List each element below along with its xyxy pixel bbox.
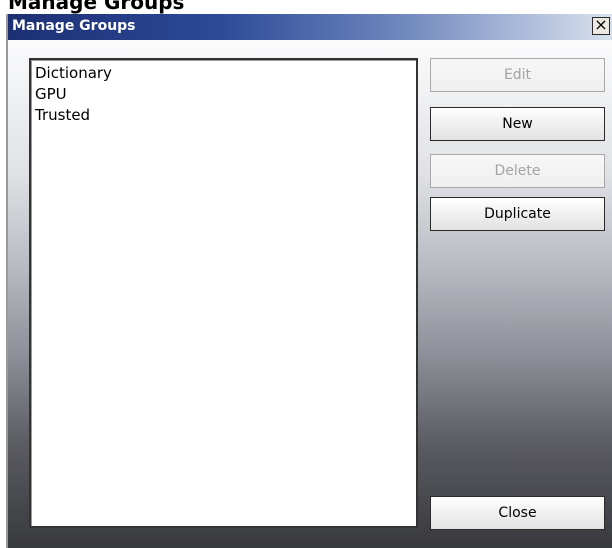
list-item-gpu[interactable]: GPU (33, 84, 414, 105)
dialog-titlebar[interactable]: Manage Groups × (8, 14, 612, 40)
close-icon[interactable]: × (592, 17, 610, 35)
delete-button[interactable]: Delete (430, 154, 605, 188)
dialog-title: Manage Groups (12, 18, 136, 34)
duplicate-button[interactable]: Duplicate (430, 197, 605, 231)
edit-button[interactable]: Edit (430, 58, 605, 92)
groups-listbox[interactable]: Dictionary GPU Trusted (29, 58, 418, 528)
list-item-trusted[interactable]: Trusted (33, 105, 414, 126)
close-button[interactable]: Close (430, 496, 605, 530)
manage-groups-dialog: Manage Groups × Dictionary GPU Trusted E… (6, 14, 612, 548)
new-button[interactable]: New (430, 107, 605, 141)
background-window-heading: Manage Groups (8, 0, 185, 14)
list-item-dictionary[interactable]: Dictionary (33, 63, 414, 84)
